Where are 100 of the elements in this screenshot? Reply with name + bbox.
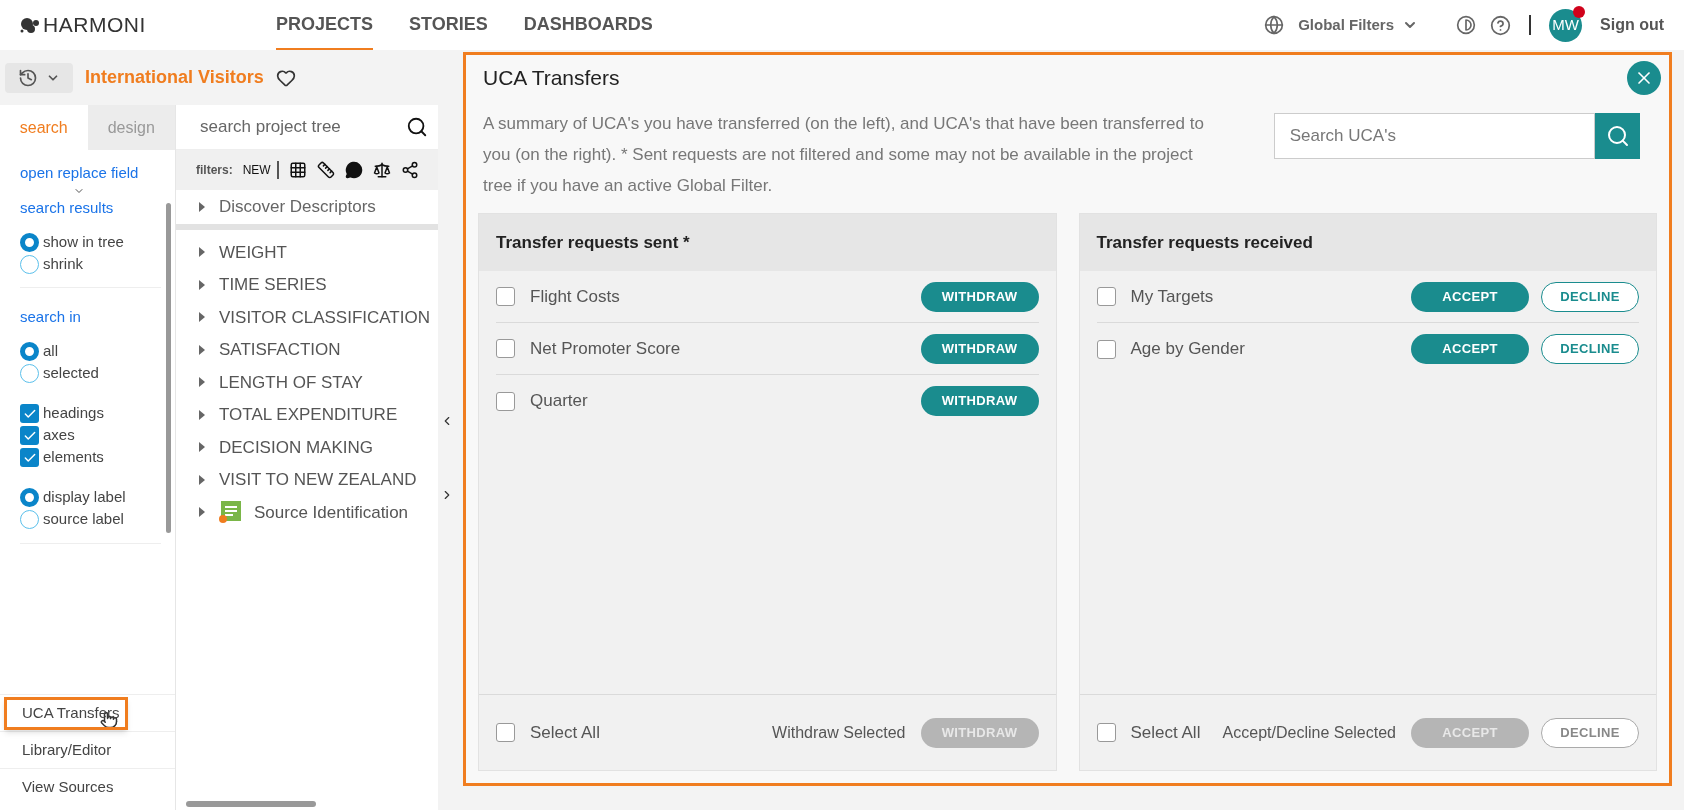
nav-tab[interactable]: STORIES [409,0,488,50]
tree-item-label[interactable]: VISITOR CLASSIFICATION [219,304,430,330]
tree-item-label[interactable]: DECISION MAKING [219,434,373,460]
sidebar-link[interactable]: UCA Transfers [4,696,128,730]
expand-caret-icon[interactable] [198,473,206,486]
tree-item-label[interactable]: TIME SERIES [219,272,327,298]
primary-action-button[interactable]: ACCEPT [1411,281,1529,312]
grid-icon[interactable] [288,161,307,179]
transfer-item-label: Flight Costs [530,285,621,308]
option-label: axes [43,425,75,446]
nav-tab[interactable]: DASHBOARDS [523,0,653,50]
tree-item-label[interactable]: VISIT TO NEW ZEALAND [219,467,417,493]
tree-item-label[interactable]: TOTAL EXPENDITURE [219,402,398,428]
select-all-label: Select All [530,721,601,744]
bulk-action-label: Accept/Decline Selected [1222,722,1396,743]
option-label: shrink [43,253,83,274]
checkbox[interactable] [496,339,515,358]
checkbox[interactable] [20,426,39,445]
primary-action-button[interactable]: WITHDRAW [920,333,1039,364]
ruler-icon[interactable] [316,161,335,179]
uca-search-field[interactable]: Search UCA's [1273,113,1595,159]
primary-action-button[interactable]: ACCEPT [1411,334,1529,364]
panel-title: Transfer requests received [1096,231,1313,254]
option-label: selected [43,363,99,384]
help-icon[interactable] [1490,14,1511,36]
primary-action-button[interactable]: WITHDRAW [920,386,1039,416]
transfer-item-label: Quarter [530,390,589,413]
scale-icon[interactable] [372,161,391,179]
new-filter-button[interactable]: NEW [242,161,279,179]
contrast-icon[interactable] [1456,15,1476,35]
sidebar-link[interactable]: View Sources [4,770,132,804]
checkbox[interactable] [496,723,515,742]
panel-title: Transfer requests sent * [496,231,690,254]
expand-caret-icon[interactable] [198,408,206,421]
expand-caret-icon[interactable] [198,376,206,389]
user-avatar[interactable]: MW [1549,8,1582,42]
heart-icon[interactable] [275,67,296,88]
scrollbar[interactable] [166,203,171,533]
sidebar-link[interactable]: Library/Editor [4,733,130,767]
radio-button[interactable] [20,342,39,361]
tree-item-label[interactable]: LENGTH OF STAY [219,369,363,395]
expand-caret-icon[interactable] [198,441,206,454]
brand-name: HARMONI [43,12,146,39]
radio-button[interactable] [20,364,39,383]
transfer-item-label: Age by Gender [1130,338,1246,361]
expand-caret-icon[interactable] [198,343,206,356]
outline-action-button[interactable]: DECLINE [1541,334,1639,364]
transfer-item-label: My Targets [1130,285,1215,308]
search-icon[interactable] [406,116,428,138]
section-heading: search results [20,197,115,218]
history-icon [18,67,38,88]
tree-item-label[interactable]: SATISFACTION [219,337,341,363]
global-filters-dropdown[interactable]: Global Filters [1298,13,1418,37]
option-label: headings [43,403,104,424]
option-label: elements [43,447,104,468]
nav-tab[interactable]: PROJECTS [276,0,374,50]
expand-caret-icon[interactable] [198,311,206,324]
checkbox[interactable] [1096,723,1116,742]
project-title: International Visitors [85,66,264,89]
expand-caret-icon[interactable] [198,201,206,213]
modal-title: UCA Transfers [483,64,621,91]
source-document-icon [219,501,241,524]
logo-icon [20,17,40,33]
section-heading: search in [20,307,82,327]
option-label: show in tree [43,231,124,252]
radio-button[interactable] [20,510,39,529]
transfer-item-label: Net Promoter Score [530,337,682,360]
radio-button[interactable] [20,254,39,274]
checkbox[interactable] [20,448,39,467]
tree-item-label[interactable]: WEIGHT [219,239,287,265]
close-button[interactable] [1627,60,1661,95]
outline-action-button[interactable]: DECLINE [1541,281,1639,312]
search-button[interactable] [1595,113,1640,159]
expand-caret-icon[interactable] [198,278,206,291]
checkbox[interactable] [496,391,515,411]
history-dropdown[interactable] [5,62,73,93]
expand-caret-icon[interactable] [198,246,206,259]
option-label: all [43,341,58,362]
replace-field-link[interactable]: open replace field [20,162,139,185]
option-label: source label [43,509,124,530]
checkbox[interactable] [496,287,515,306]
checkbox[interactable] [20,404,39,423]
filters-label: filters: [196,162,233,179]
radio-button[interactable] [20,488,39,507]
select-all-label: Select All [1130,721,1202,744]
option-label: display label [43,487,126,508]
speech-bubble-icon[interactable] [344,161,363,179]
horizontal-scrollbar[interactable] [186,801,316,807]
modal-description: A summary of UCA's you have transferred (on the left), and UCA's that have been transferred to you (on the right). * Sent requests are not filtered and some may not be available in the project tree if you have an active Global Filter. [483,113,1205,197]
globe-icon [1264,15,1285,35]
checkbox[interactable] [1096,287,1116,306]
bulk-action-label: Withdraw Selected [772,722,906,743]
radio-button[interactable] [20,232,39,252]
primary-action-button[interactable]: WITHDRAW [920,281,1039,312]
tree-search-field[interactable]: search project tree [200,114,406,140]
sign-out-link[interactable]: Sign out [1600,13,1664,37]
expand-caret-icon[interactable] [198,506,206,519]
share-icon[interactable] [400,161,419,179]
checkbox[interactable] [1096,339,1116,359]
tree-item-label[interactable]: Source Identification [254,499,409,525]
